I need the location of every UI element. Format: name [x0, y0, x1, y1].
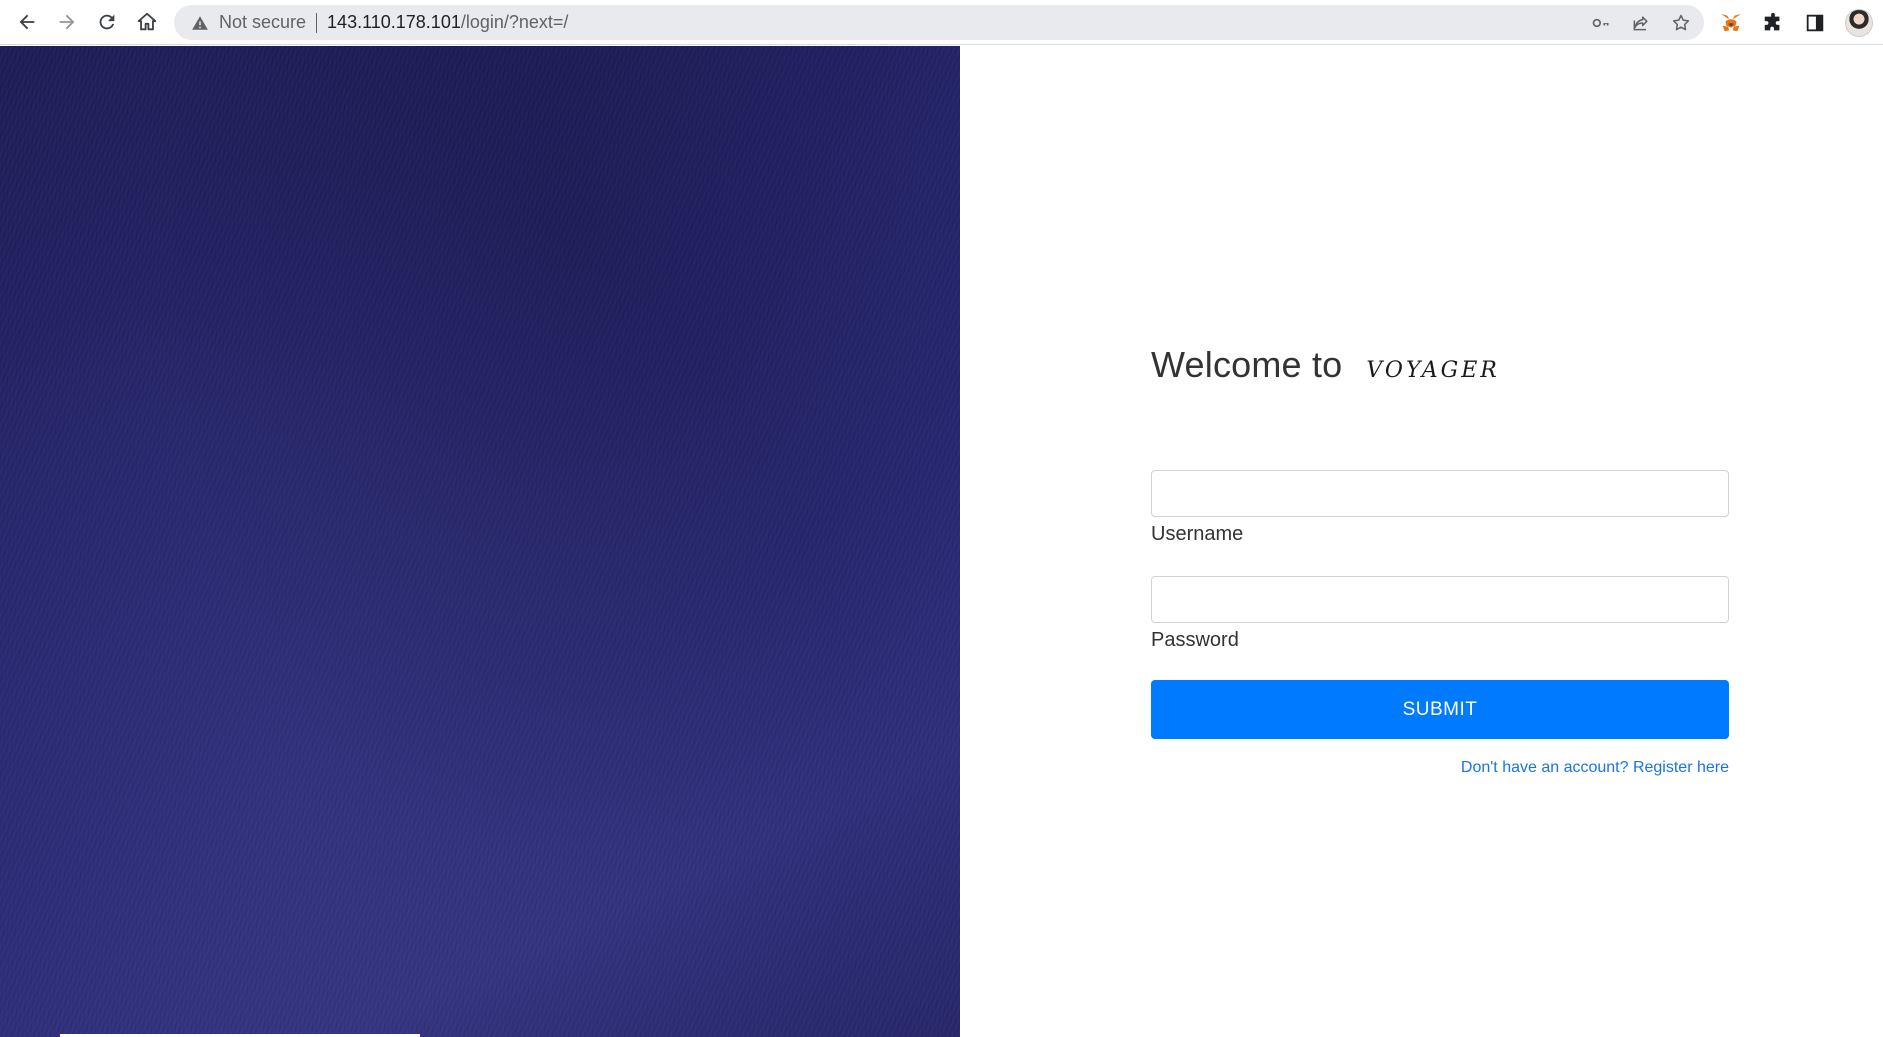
- star-icon[interactable]: [1670, 12, 1692, 34]
- address-bar[interactable]: Not secure 143.110.178.101/login/?next=/: [174, 5, 1704, 40]
- welcome-heading: Welcome to VOYAGER: [1151, 344, 1729, 386]
- forward-button[interactable]: [47, 2, 87, 42]
- password-group: Password: [1151, 576, 1729, 652]
- login-panel: Welcome to VOYAGER Username Password SUB…: [960, 46, 1883, 1037]
- browser-toolbar: Not secure 143.110.178.101/login/?next=/: [0, 0, 1883, 45]
- password-input[interactable]: [1151, 576, 1729, 623]
- back-button[interactable]: [7, 2, 47, 42]
- side-panel-icon[interactable]: [1803, 11, 1827, 35]
- welcome-text: Welcome to: [1151, 344, 1343, 385]
- address-divider: [316, 12, 318, 33]
- share-icon[interactable]: [1630, 12, 1652, 34]
- security-label[interactable]: Not secure: [219, 12, 306, 33]
- metamask-fox-icon[interactable]: [1719, 11, 1743, 35]
- arrow-left-icon: [19, 14, 35, 30]
- url-text[interactable]: 143.110.178.101/login/?next=/: [327, 12, 568, 33]
- username-label: Username: [1151, 523, 1244, 545]
- password-label: Password: [1151, 629, 1239, 651]
- warning-icon[interactable]: [190, 13, 210, 33]
- profile-avatar[interactable]: [1845, 8, 1873, 37]
- url-path: /login/?next=/: [460, 12, 569, 32]
- reload-button[interactable]: [87, 2, 127, 42]
- key-icon[interactable]: [1590, 12, 1612, 34]
- arrow-right-icon: [59, 14, 75, 30]
- extensions-area: [1719, 0, 1883, 45]
- url-host: 143.110.178.101: [327, 12, 461, 32]
- home-icon: [137, 12, 157, 31]
- username-group: Username: [1151, 470, 1729, 546]
- home-button[interactable]: [127, 2, 167, 42]
- submit-button[interactable]: SUBMIT: [1151, 680, 1729, 739]
- register-row: Don't have an account? Register here: [1151, 759, 1729, 777]
- login-form: Welcome to VOYAGER Username Password SUB…: [1151, 344, 1729, 777]
- username-input[interactable]: [1151, 470, 1729, 517]
- brand-logo-text: VOYAGER: [1366, 358, 1500, 383]
- register-link[interactable]: Don't have an account? Register here: [1461, 759, 1729, 776]
- puzzle-icon[interactable]: [1761, 11, 1785, 35]
- login-page: Welcome to VOYAGER Username Password SUB…: [0, 46, 1883, 1037]
- decorative-texture-panel: [0, 46, 960, 1037]
- reload-icon: [99, 14, 115, 30]
